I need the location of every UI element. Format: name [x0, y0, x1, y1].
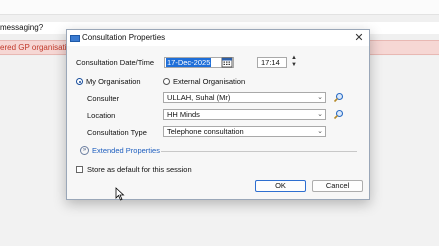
consultation-type-select[interactable]: Telephone consultation ⌄: [163, 126, 326, 137]
radio-my-organisation[interactable]: [76, 78, 83, 85]
consulter-label: Consulter: [87, 94, 120, 103]
spin-down-icon[interactable]: ▼: [290, 62, 298, 69]
search-icon: [333, 92, 343, 103]
spin-up-icon[interactable]: ▲: [290, 55, 298, 62]
time-input[interactable]: 17:14: [257, 57, 287, 68]
location-value: HH Minds: [167, 110, 200, 119]
consulter-select[interactable]: ULLAH, Suhal (Mr) ⌄: [163, 92, 326, 103]
my-organisation-label[interactable]: My Organisation: [86, 76, 141, 87]
calendar-button[interactable]: [221, 57, 233, 68]
consultation-type-label: Consultation Type: [87, 128, 147, 137]
radio-external-organisation[interactable]: [163, 78, 170, 85]
app-window-icon: [70, 35, 80, 42]
consultation-type-value: Telephone consultation: [167, 127, 244, 136]
time-spinner[interactable]: ▲ ▼: [290, 55, 298, 69]
date-time-label: Consultation Date/Time: [76, 58, 155, 67]
date-value: 17-Dec-2025: [166, 58, 212, 67]
calendar-icon: [221, 57, 233, 68]
location-search-button[interactable]: [332, 109, 344, 120]
mouse-pointer-icon: [115, 187, 125, 201]
chevron-down-icon: ⌄: [317, 111, 323, 118]
close-button[interactable]: ✕: [349, 30, 369, 46]
section-divider: [161, 151, 357, 152]
search-icon: [333, 109, 343, 120]
dialog-title: Consultation Properties: [82, 33, 166, 42]
extended-properties-toggle[interactable]: Extended Properties: [92, 145, 160, 156]
dialog-titlebar[interactable]: Consultation Properties ✕: [67, 30, 369, 46]
location-label: Location: [87, 111, 116, 120]
cancel-button[interactable]: Cancel: [312, 180, 363, 192]
chevron-down-icon: ⌄: [317, 94, 323, 101]
external-organisation-label[interactable]: External Organisation: [173, 76, 245, 87]
chevron-down-icon: ⌄: [317, 128, 323, 135]
store-default-label[interactable]: Store as default for this session: [87, 164, 192, 175]
background-message-text: messaging?: [0, 23, 44, 32]
location-select[interactable]: HH Minds ⌄: [163, 109, 326, 120]
consulter-search-button[interactable]: [332, 92, 344, 103]
consultation-properties-dialog: Consultation Properties ✕ Consultation D…: [66, 29, 370, 200]
store-default-checkbox[interactable]: [76, 166, 83, 173]
consulter-value: ULLAH, Suhal (Mr): [167, 93, 231, 102]
expand-icon[interactable]: »: [80, 146, 89, 155]
background-warning-text: ered GP organisati: [0, 43, 67, 52]
ok-button[interactable]: OK: [255, 180, 306, 192]
close-icon: ✕: [354, 32, 364, 44]
app-toolbar-strip: [0, 0, 439, 15]
